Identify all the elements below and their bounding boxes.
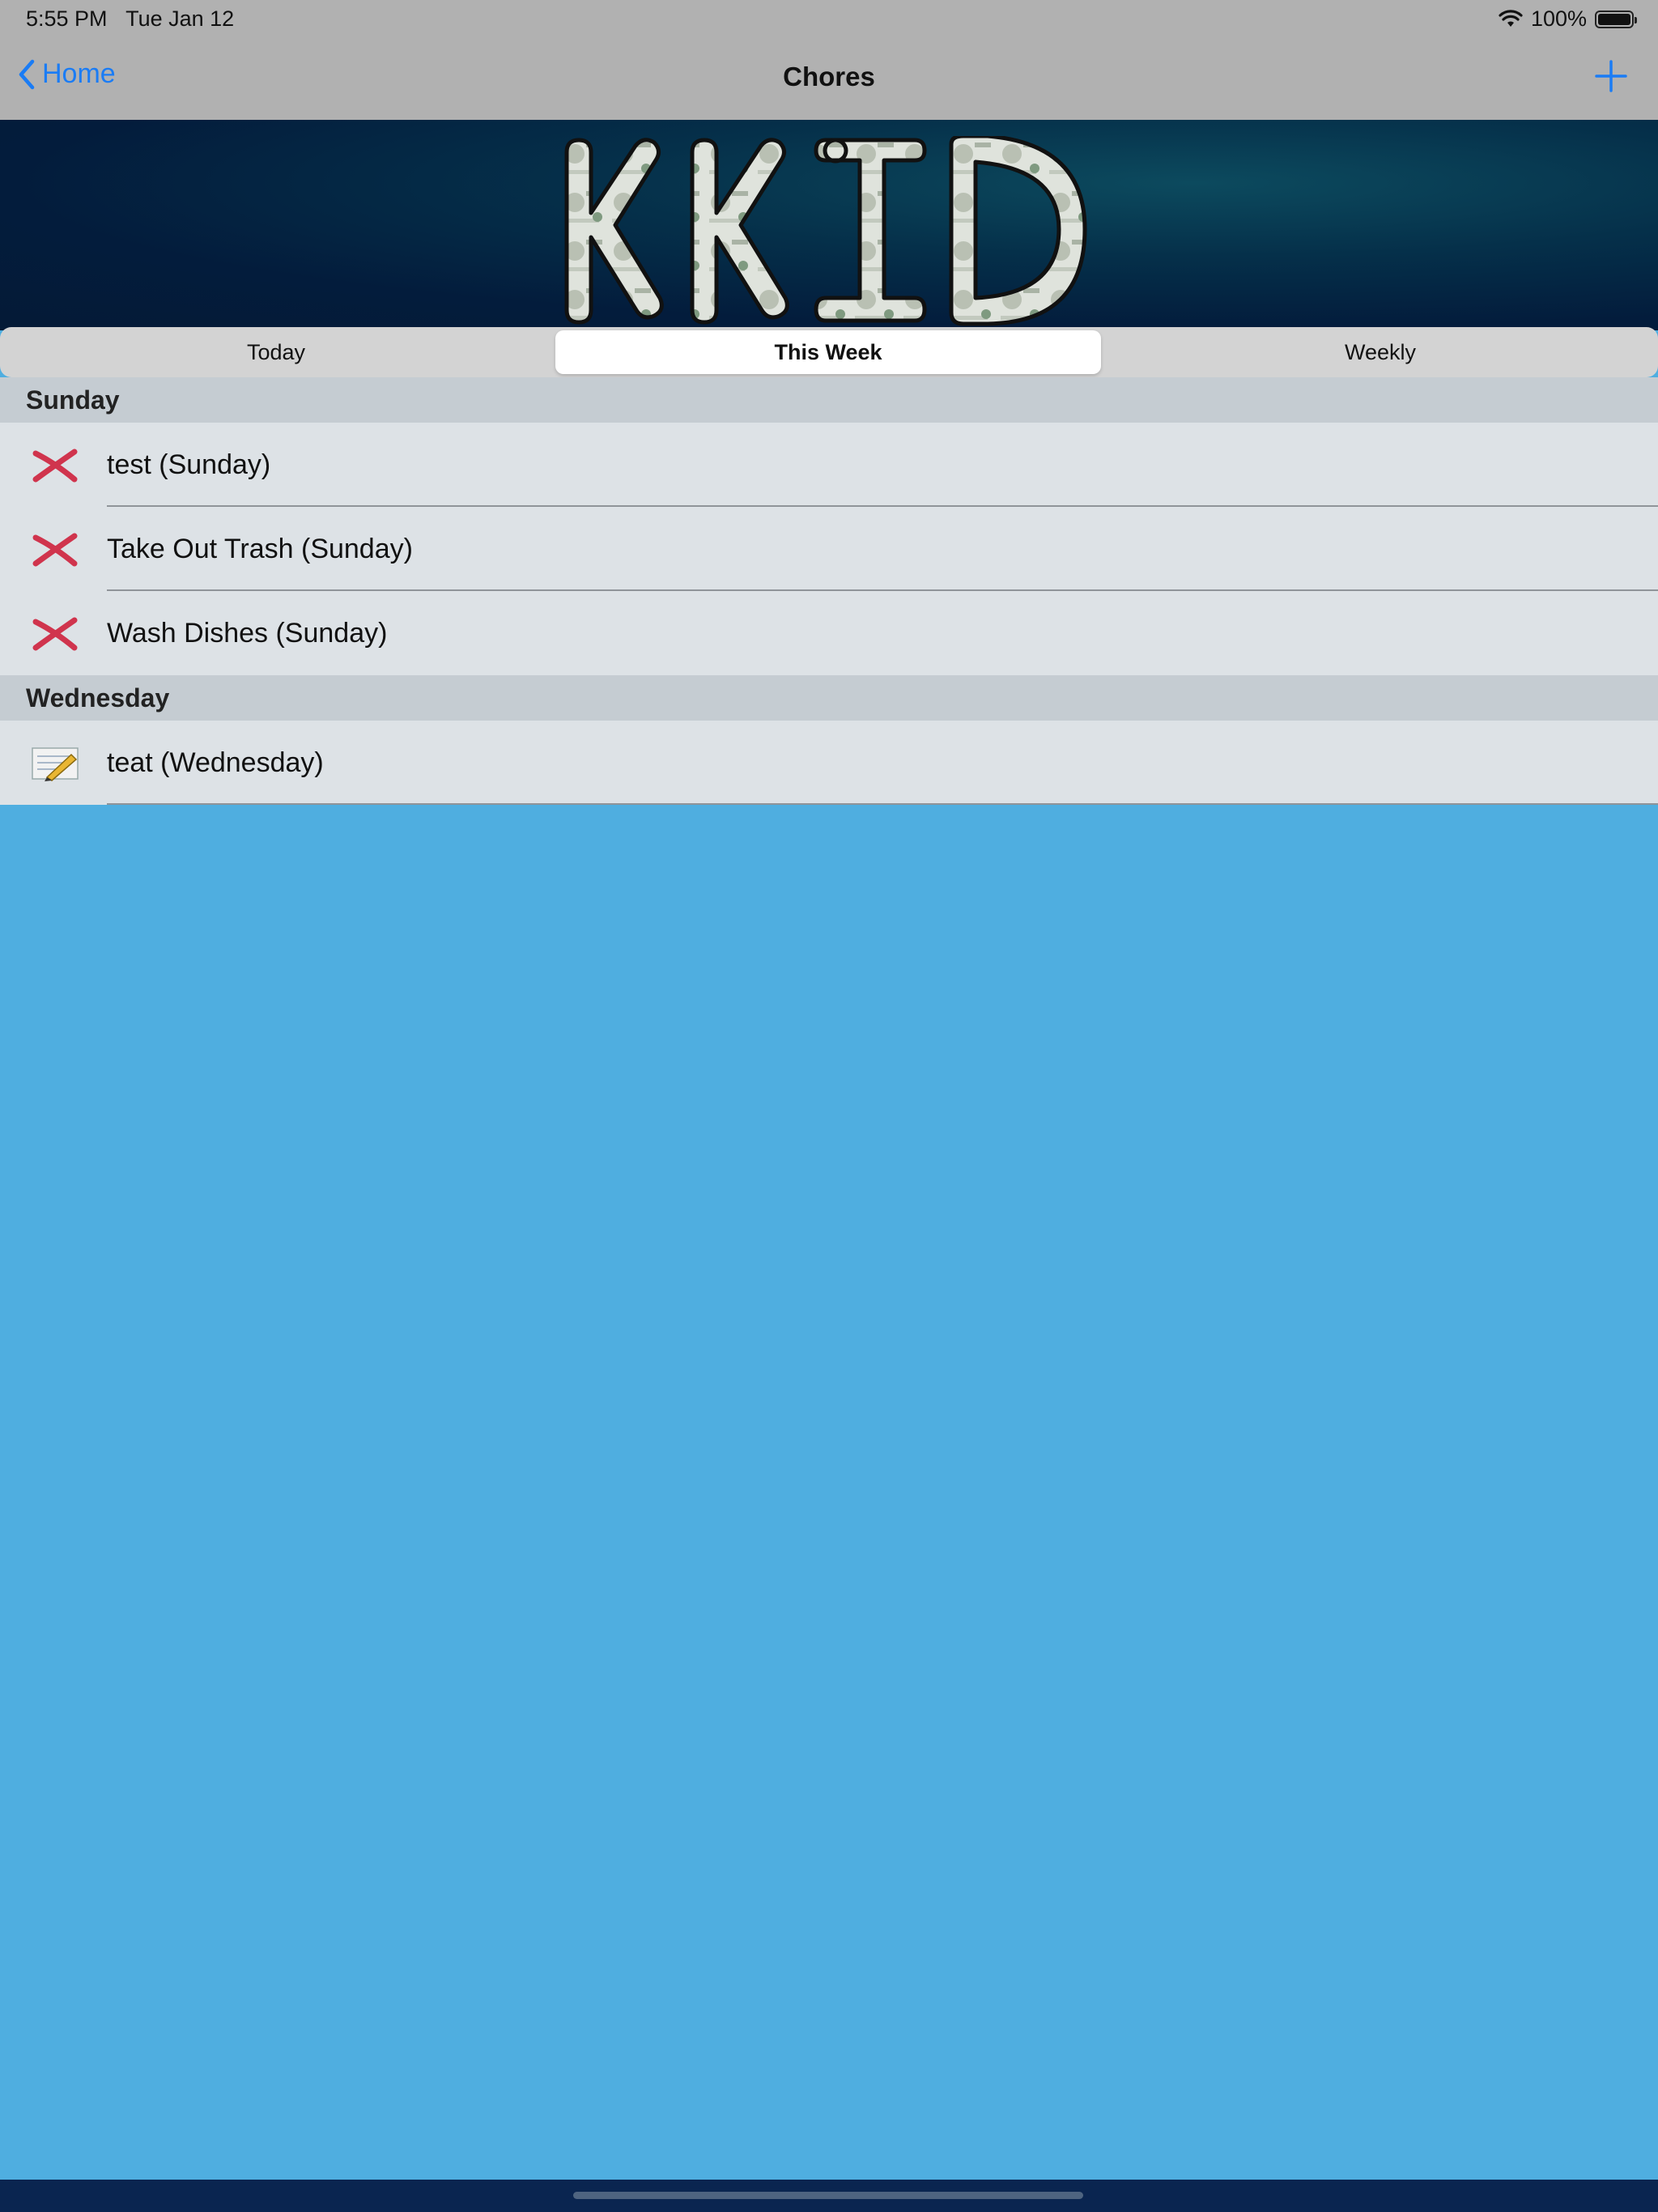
- status-indicators: 100%: [1499, 6, 1637, 32]
- wifi-icon: [1499, 9, 1523, 27]
- navigation-bar: 5:55 PM Tue Jan 12 100% Home Chores: [0, 0, 1658, 120]
- x-icon: [32, 533, 78, 567]
- chore-label: test (Sunday): [107, 449, 271, 480]
- header-banner: [0, 120, 1658, 330]
- segment-today[interactable]: Today: [3, 330, 549, 374]
- section-header-wednesday: Wednesday: [0, 675, 1658, 721]
- status-time: 5:55 PM Tue Jan 12: [26, 6, 234, 32]
- battery-icon: [1595, 10, 1637, 28]
- status-time-text: 5:55 PM: [26, 6, 108, 31]
- chore-row[interactable]: Wash Dishes (Sunday): [0, 591, 1658, 675]
- segment-this-week[interactable]: This Week: [555, 330, 1101, 374]
- x-icon: [32, 617, 78, 651]
- chore-row[interactable]: teat (Wednesday): [0, 721, 1658, 805]
- row-separator: [107, 803, 1658, 805]
- chore-label: Wash Dishes (Sunday): [107, 618, 388, 649]
- chore-row[interactable]: test (Sunday): [0, 423, 1658, 507]
- notepad-pencil-icon: [32, 747, 79, 781]
- x-icon: [32, 449, 78, 483]
- page-title: Chores: [783, 62, 875, 91]
- chores-list: Sunday test (Sunday) Take Out Trash (Sun…: [0, 377, 1658, 805]
- plus-icon[interactable]: [1593, 58, 1629, 94]
- chore-label: teat (Wednesday): [107, 747, 324, 778]
- bottom-bar: [0, 2180, 1658, 2212]
- status-date-text: Tue Jan 12: [125, 6, 235, 31]
- home-indicator[interactable]: [573, 2192, 1083, 2199]
- kkid-logo: [564, 136, 1087, 326]
- section-header-sunday: Sunday: [0, 377, 1658, 423]
- chore-label: Take Out Trash (Sunday): [107, 534, 413, 564]
- battery-percent: 100%: [1530, 6, 1587, 31]
- chore-row[interactable]: Take Out Trash (Sunday): [0, 507, 1658, 591]
- segmented-control: Today This Week Weekly: [0, 327, 1658, 377]
- segment-weekly[interactable]: Weekly: [1107, 330, 1653, 374]
